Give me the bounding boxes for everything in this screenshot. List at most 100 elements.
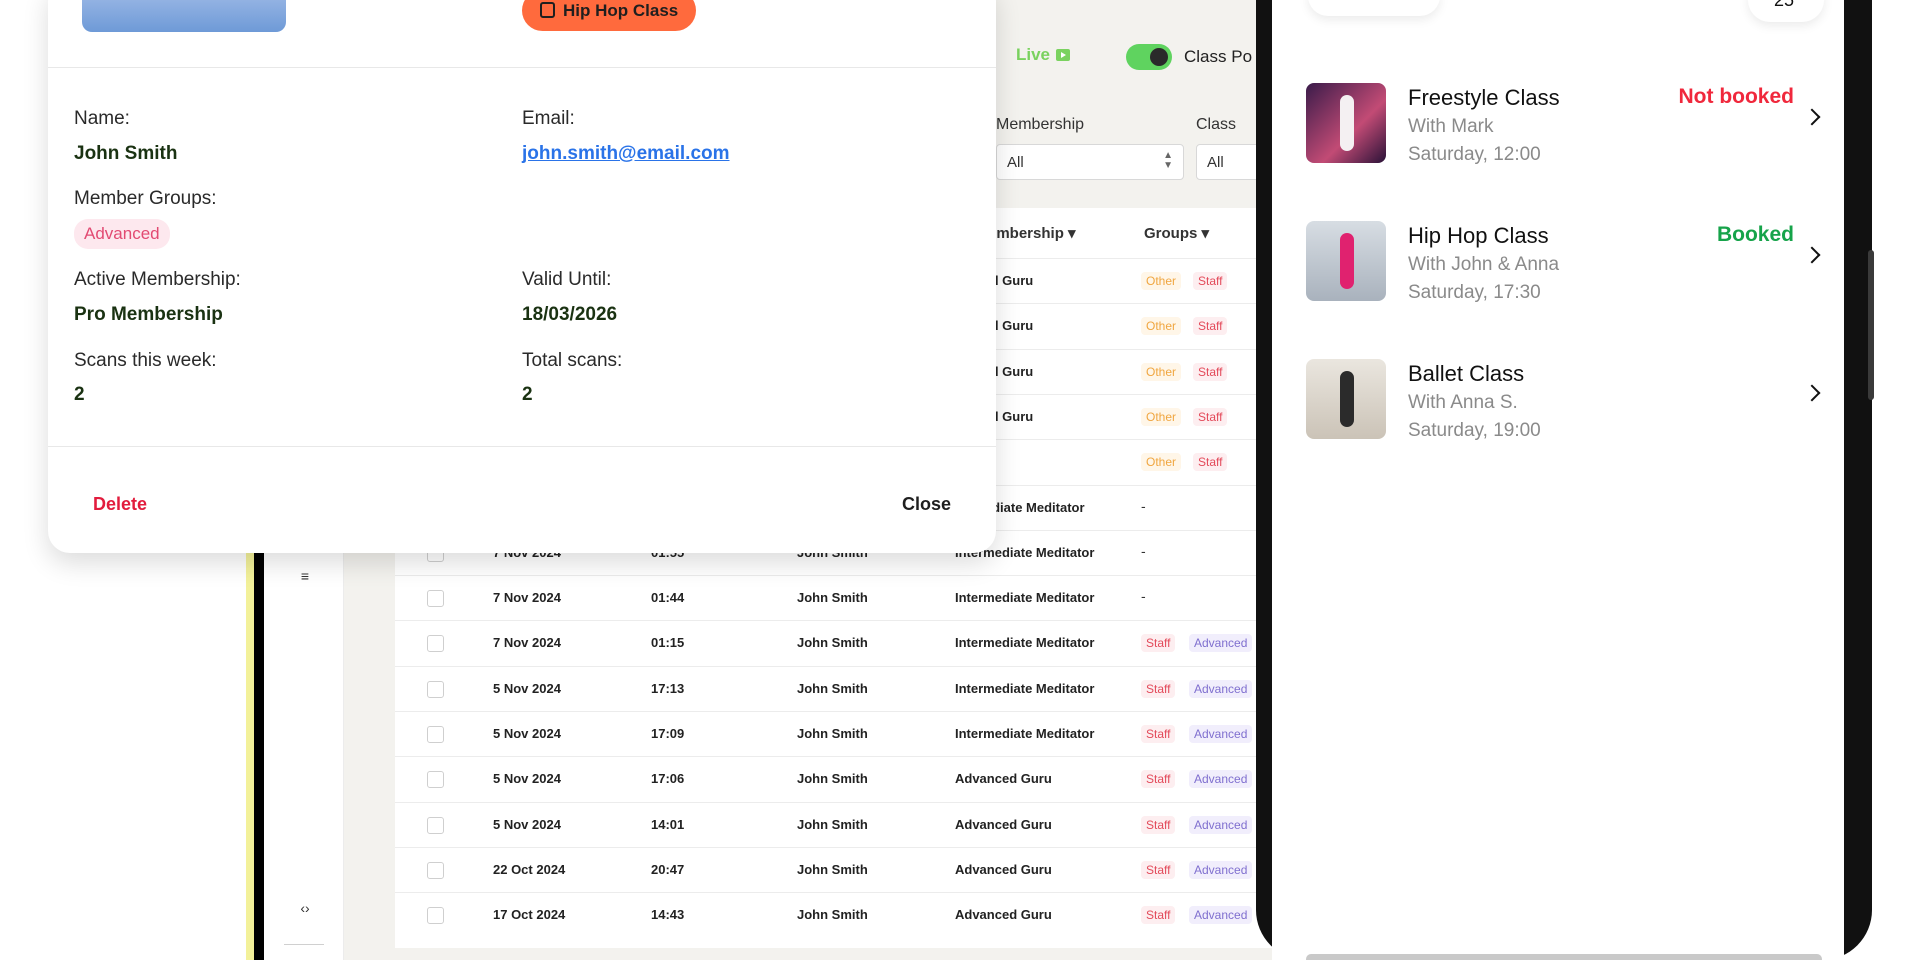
row-checkbox[interactable] bbox=[427, 680, 444, 698]
phone-bottom-bar bbox=[1306, 954, 1822, 960]
group-tag: Staff bbox=[1141, 860, 1176, 879]
class-thumbnail bbox=[1306, 221, 1386, 301]
total-scans-value: 2 bbox=[522, 384, 533, 405]
class-filter-label: Class bbox=[1196, 116, 1237, 133]
cell-date: 7 Nov 2024 bbox=[493, 635, 561, 651]
column-header-groups[interactable]: Groups ▾ bbox=[1144, 224, 1209, 242]
row-checkbox[interactable] bbox=[427, 726, 444, 743]
class-title: Ballet Class bbox=[1408, 361, 1525, 386]
groups-empty: - bbox=[1141, 542, 1146, 559]
class-position-label: Class Po bbox=[1184, 47, 1253, 66]
class-list-item[interactable]: Freestyle Class With Mark Saturday, 12:00 N… bbox=[1306, 83, 1844, 193]
row-checkbox[interactable] bbox=[427, 907, 444, 925]
dancer-figure bbox=[1340, 371, 1354, 427]
cell-date: 5 Nov 2024 bbox=[493, 680, 561, 696]
group-tag: Staff bbox=[1193, 407, 1228, 426]
group-tag: Staff bbox=[1141, 679, 1176, 698]
modal-divider-top bbox=[48, 67, 996, 68]
class-position-toggle[interactable] bbox=[1126, 44, 1172, 70]
cell-membership: Advanced Guru bbox=[955, 907, 1052, 923]
cell-membership: Advanced Guru bbox=[955, 771, 1052, 787]
group-tag: Other bbox=[1141, 407, 1182, 426]
row-checkbox[interactable] bbox=[427, 861, 444, 879]
scans-week-label: Scans this week: bbox=[74, 350, 217, 371]
group-tag: Advanced bbox=[1189, 770, 1253, 789]
cell-date: 5 Nov 2024 bbox=[493, 726, 561, 741]
cell-time: 01:44 bbox=[651, 590, 685, 606]
group-tag: Staff bbox=[1193, 362, 1228, 381]
column-header-membership-label: embership bbox=[988, 225, 1064, 242]
group-tag: Staff bbox=[1193, 317, 1228, 336]
cell-membership: Advanced Guru bbox=[955, 861, 1052, 877]
table-row[interactable]: 17 Oct 2024 14:43 John Smith Advanced Guru S… bbox=[395, 892, 1286, 938]
cell-membership: Intermediate Meditator bbox=[955, 680, 1095, 696]
live-label: Live bbox=[1016, 45, 1051, 64]
delete-button[interactable]: Delete bbox=[93, 494, 147, 515]
class-time: Saturday, 17:30 bbox=[1408, 282, 1541, 303]
close-button[interactable]: Close bbox=[902, 494, 951, 515]
cell-date: 5 Nov 2024 bbox=[493, 771, 561, 787]
cell-name: John Smith bbox=[797, 771, 868, 787]
column-header-membership[interactable]: embership ▾ bbox=[988, 224, 1076, 242]
row-checkbox[interactable] bbox=[427, 816, 444, 834]
name-value: John Smith bbox=[74, 143, 178, 164]
phone-top-pill[interactable] bbox=[1308, 0, 1440, 16]
cell-name: John Smith bbox=[797, 726, 868, 741]
table-row[interactable]: 22 Oct 2024 20:47 John Smith Advanced Guru S… bbox=[395, 846, 1286, 892]
code-icon[interactable]: ‹› bbox=[297, 900, 313, 916]
class-title: Hip Hop Class bbox=[1408, 223, 1549, 248]
membership-filter-select[interactable]: All ▲ ▼ bbox=[996, 144, 1184, 180]
member-avatar bbox=[82, 0, 286, 32]
table-row[interactable]: 5 Nov 2024 17:06 John Smith Advanced Guru St… bbox=[395, 756, 1286, 802]
active-membership-label: Active Membership: bbox=[74, 269, 241, 290]
class-instructor: With Mark bbox=[1408, 116, 1494, 137]
scans-week-value: 2 bbox=[74, 384, 85, 405]
booking-status: Booked bbox=[1716, 223, 1794, 246]
groups-empty: - bbox=[1141, 588, 1146, 605]
row-checkbox[interactable] bbox=[427, 771, 444, 789]
row-checkbox[interactable] bbox=[427, 635, 444, 653]
class-thumbnail bbox=[1306, 359, 1386, 439]
group-tag: Advanced bbox=[1189, 815, 1253, 834]
calendar-icon bbox=[540, 2, 555, 18]
table-row[interactable]: 7 Nov 2024 01:15 John Smith Intermediate Me… bbox=[395, 620, 1286, 666]
membership-filter-value: All bbox=[1007, 154, 1024, 171]
cell-membership: Intermediate Meditator bbox=[955, 635, 1095, 651]
live-play-icon bbox=[1056, 49, 1071, 61]
class-list-item[interactable]: Hip Hop Class With John & Anna Saturday, 1… bbox=[1306, 221, 1844, 331]
cell-name: John Smith bbox=[797, 635, 868, 651]
row-checkbox[interactable] bbox=[427, 590, 444, 608]
table-row[interactable]: 5 Nov 2024 14:01 John Smith Advanced Guru St… bbox=[395, 801, 1286, 847]
member-detail-modal: Hip Hop Class Name: John Smith Email: jo… bbox=[48, 0, 996, 553]
sidebar-divider bbox=[284, 944, 324, 945]
class-badge[interactable]: Hip Hop Class bbox=[522, 0, 697, 31]
total-scans-label: Total scans: bbox=[522, 350, 623, 371]
chevron-right-icon bbox=[1803, 246, 1821, 264]
group-tag: Staff bbox=[1193, 453, 1228, 472]
phone-top-button[interactable]: 25 bbox=[1748, 0, 1824, 22]
screenshot-stage: ≡ ‹› Live Class Po Membership All ▲ ▼ Cla… bbox=[0, 0, 1920, 960]
booking-status: Not booked bbox=[1678, 85, 1795, 108]
email-link[interactable]: john.smith@email.com bbox=[522, 143, 730, 165]
table-row[interactable]: 7 Nov 2024 01:44 John Smith Intermediate Me… bbox=[395, 575, 1286, 621]
groups-empty: - bbox=[1141, 497, 1146, 514]
group-tag: Advanced bbox=[1189, 725, 1253, 743]
class-thumbnail bbox=[1306, 83, 1386, 163]
cell-time: 17:13 bbox=[651, 680, 685, 696]
class-list-item[interactable]: Ballet Class With Anna S. Saturday, 19:00 bbox=[1306, 359, 1844, 469]
class-badge-label: Hip Hop Class bbox=[563, 1, 679, 20]
group-tag: Advanced bbox=[1189, 679, 1253, 698]
dancer-figure bbox=[1340, 95, 1354, 151]
member-group-tag: Advanced bbox=[74, 219, 170, 249]
email-label: Email: bbox=[522, 108, 575, 129]
table-row[interactable]: 5 Nov 2024 17:13 John Smith Intermediate Me… bbox=[395, 665, 1286, 711]
active-membership-value: Pro Membership bbox=[74, 304, 223, 325]
list-icon[interactable]: ≡ bbox=[297, 568, 313, 584]
group-tag: Staff bbox=[1141, 634, 1176, 653]
group-tag: Other bbox=[1141, 272, 1182, 290]
group-tag: Staff bbox=[1193, 272, 1228, 290]
class-instructor: With Anna S. bbox=[1408, 392, 1518, 413]
modal-divider-bottom bbox=[48, 446, 996, 447]
live-link[interactable]: Live bbox=[1016, 45, 1071, 65]
table-row[interactable]: 5 Nov 2024 17:09 John Smith Intermediate Me… bbox=[395, 711, 1286, 756]
